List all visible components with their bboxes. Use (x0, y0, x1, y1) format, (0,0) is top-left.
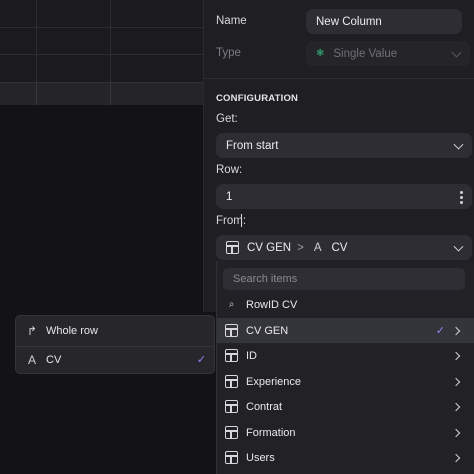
chevron-right-icon[interactable] (451, 351, 461, 360)
table-icon (225, 426, 238, 439)
rowid-search-icon: ⌕ (228, 299, 235, 310)
submenu-item-label[interactable]: Whole row (46, 325, 98, 337)
dropdown-item-label[interactable]: Formation (246, 427, 296, 439)
dropdown-item-formation[interactable]: Formation (217, 420, 474, 445)
dropdown-item-label[interactable]: Contrat (246, 401, 282, 413)
dropdown-item-rowid-cv[interactable]: ⌕ RowID CV (217, 292, 474, 317)
dropdown-item-contrat[interactable]: Contrat (217, 394, 474, 419)
more-options-icon[interactable] (460, 191, 463, 204)
data-grid-background (0, 0, 205, 105)
dropdown-item-id[interactable]: ID (217, 343, 474, 368)
chevron-down-icon (453, 139, 464, 150)
dropdown-item-label[interactable]: ID (246, 350, 257, 362)
checkmark-icon: ✓ (435, 325, 445, 337)
configuration-section-title: CONFIGURATION (216, 93, 299, 104)
get-select[interactable]: From start (216, 133, 472, 158)
dropdown-item-label[interactable]: Users (246, 452, 275, 464)
submenu-item-cv[interactable]: A CV ✓ (16, 346, 214, 374)
single-value-icon: ✱ (316, 48, 325, 59)
submenu-item-label[interactable]: CV (46, 354, 61, 366)
chevron-down-icon (451, 47, 462, 58)
chevron-right-icon[interactable] (451, 326, 461, 335)
text-column-icon: A (313, 241, 322, 254)
search-placeholder[interactable]: Search items (233, 273, 297, 285)
name-label: Name (216, 15, 247, 27)
grid-line (36, 0, 37, 82)
search-input[interactable]: Search items (223, 268, 465, 290)
type-select: ✱ Single Value (306, 41, 470, 66)
dropdown-item-experience[interactable]: Experience (217, 369, 474, 394)
table-icon (225, 349, 238, 362)
text-cursor (241, 214, 242, 227)
chevron-right-icon[interactable] (451, 377, 461, 386)
from-table-name: CV GEN (247, 241, 292, 254)
table-icon (225, 375, 238, 388)
row-input-value[interactable]: 1 (226, 191, 232, 203)
grid-footer-bar (0, 82, 205, 105)
dropdown-item-users[interactable]: Users (217, 445, 474, 470)
checkmark-icon: ✓ (196, 354, 206, 366)
from-select[interactable]: CV GEN > A CV (216, 235, 472, 260)
table-icon (225, 451, 238, 464)
dropdown-item-cv-gen[interactable]: CV GEN ✓ (217, 318, 474, 343)
chevron-right-icon[interactable] (451, 453, 461, 462)
submenu-item-whole-row[interactable]: ↱ Whole row (16, 317, 214, 345)
row-label: Row: (216, 164, 243, 176)
dropdown-item-label[interactable]: RowID CV (246, 299, 297, 311)
table-icon (225, 400, 238, 413)
redirect-arrow-icon: ↱ (26, 324, 38, 338)
dropdown-item-label[interactable]: Experience (246, 376, 301, 388)
chevron-right-icon[interactable] (451, 428, 461, 437)
get-select-value[interactable]: From start (226, 140, 278, 152)
text-column-icon: A (27, 353, 36, 367)
chevron-down-icon (453, 241, 464, 252)
divider (204, 78, 474, 79)
table-icon (225, 324, 238, 337)
breadcrumb-separator-icon: > (297, 241, 304, 254)
type-select-value: Single Value (333, 47, 398, 60)
table-icon (226, 241, 239, 254)
type-label: Type (216, 47, 241, 59)
table-dropdown-menu: Search items ⌕ RowID CV CV GEN ✓ ID Expe… (216, 261, 474, 474)
row-input[interactable]: 1 (216, 184, 472, 209)
dropdown-item-label[interactable]: CV GEN (246, 325, 288, 337)
name-input-value[interactable]: New Column (316, 16, 382, 28)
grid-line (110, 0, 111, 82)
name-input[interactable]: New Column (306, 9, 462, 34)
get-label: Get: (216, 113, 238, 125)
from-column-name: CV (331, 241, 348, 254)
grid-line (0, 27, 205, 28)
chevron-right-icon[interactable] (451, 402, 461, 411)
column-submenu: ↱ Whole row A CV ✓ (15, 315, 215, 374)
grid-line (0, 54, 205, 55)
